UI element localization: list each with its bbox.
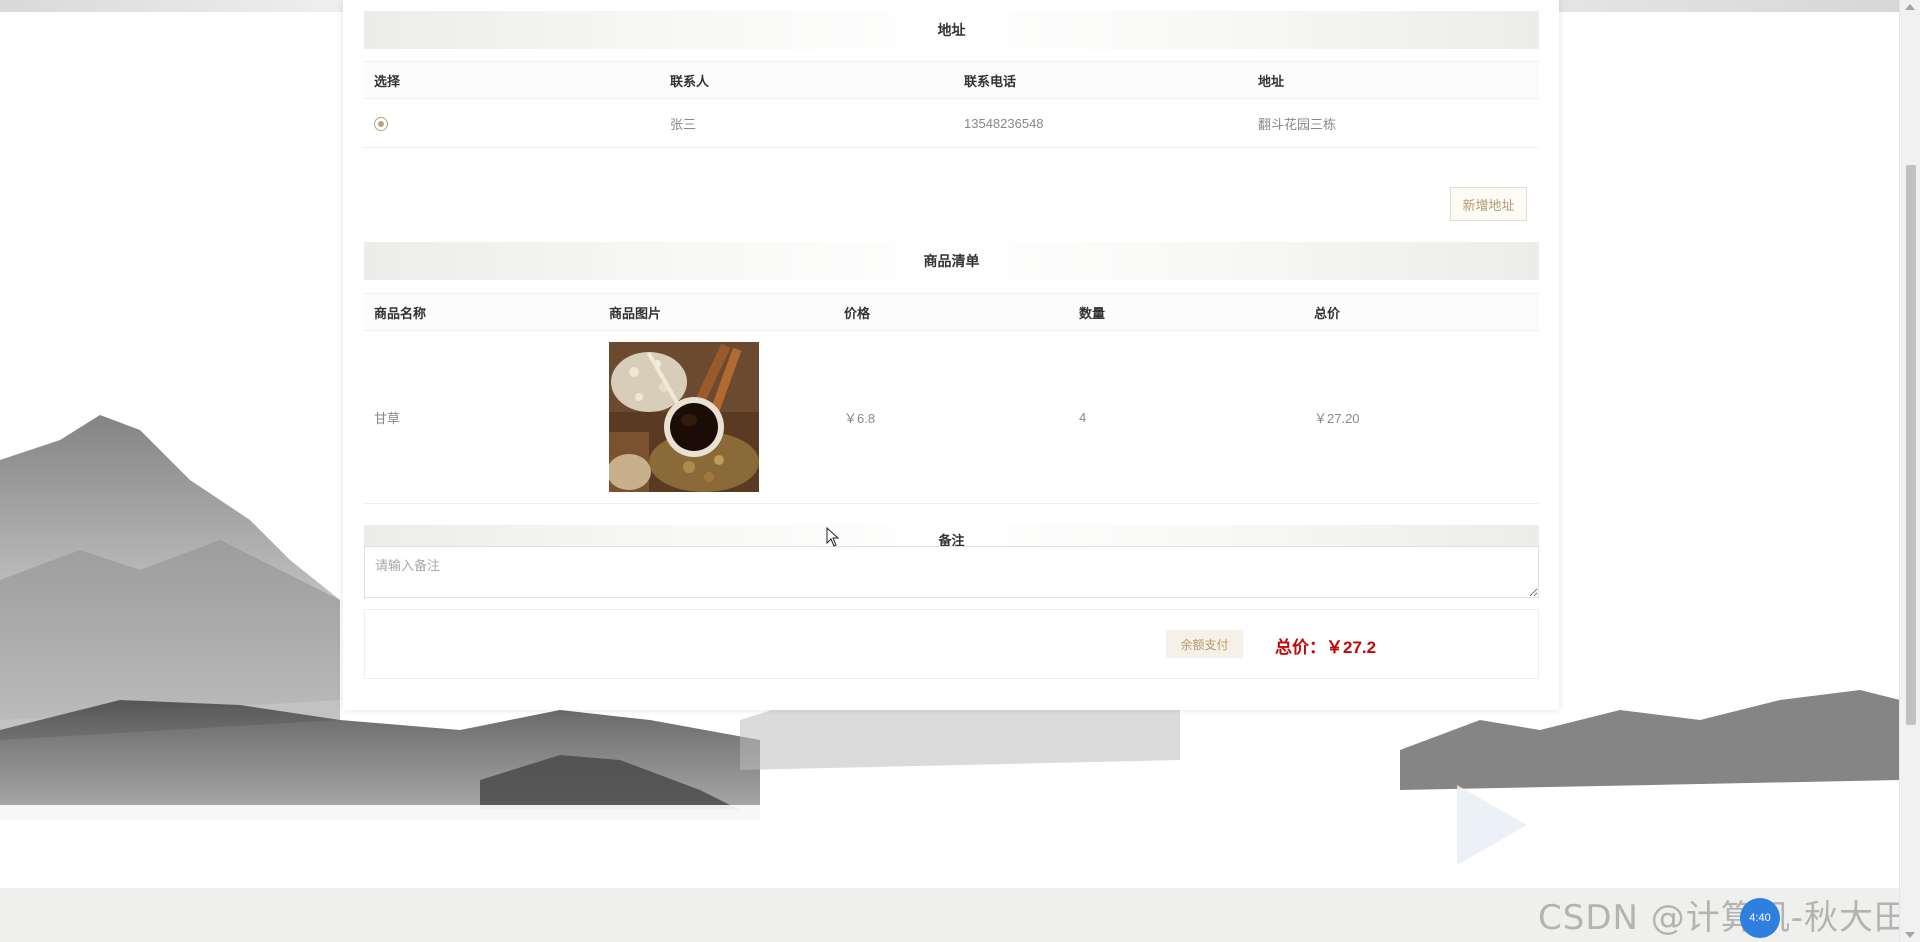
page-scrollbar[interactable] (1899, 0, 1920, 942)
goods-section-title: 商品清单 (364, 242, 1539, 280)
column-header-select: 选择 (364, 61, 660, 99)
column-header-phone: 联系电话 (954, 61, 1248, 99)
column-header-quantity: 数量 (1069, 293, 1304, 331)
column-header-address: 地址 (1248, 61, 1539, 99)
total-price-value: ￥27.2 (1326, 638, 1377, 657)
contact-name: 张三 (660, 98, 954, 148)
address-radio-button[interactable] (374, 116, 388, 131)
play-logo-icon (1457, 785, 1527, 865)
total-price: 总价：￥27.2 (1275, 633, 1376, 658)
remark-section-title: 备注 (364, 525, 1539, 547)
product-total: ￥27.20 (1304, 330, 1539, 504)
total-price-label: 总价： (1275, 638, 1326, 657)
address-table-header: 选择 联系人 联系电话 地址 (364, 61, 1539, 99)
contact-phone: 13548236548 (954, 98, 1248, 148)
product-quantity: 4 (1069, 330, 1304, 504)
page: 地址 选择 联系人 联系电话 地址 张三 13548236548 翻斗花园三栋 (0, 0, 1920, 942)
goods-table: 商品名称 商品图片 价格 数量 总价 甘草 ￥6.8 4 ￥27.20 (364, 293, 1539, 504)
table-row: 张三 13548236548 翻斗花园三栋 (364, 98, 1539, 148)
product-name: 甘草 (364, 330, 599, 504)
address-table: 选择 联系人 联系电话 地址 张三 13548236548 翻斗花园三栋 (364, 61, 1539, 148)
floating-badge[interactable]: 4:40 (1740, 898, 1780, 938)
address-select-cell (364, 98, 660, 148)
product-price: ￥6.8 (834, 330, 1069, 504)
scroll-down-arrow-icon[interactable] (1905, 932, 1915, 938)
mouse-cursor-icon (826, 527, 840, 547)
column-header-price: 价格 (834, 293, 1069, 331)
column-header-total: 总价 (1304, 293, 1539, 331)
table-row: 甘草 ￥6.8 4 ￥27.20 (364, 330, 1539, 504)
add-address-button[interactable]: 新增地址 (1450, 187, 1527, 221)
address-text: 翻斗花园三栋 (1248, 98, 1539, 148)
column-header-product-name: 商品名称 (364, 293, 599, 331)
goods-table-header: 商品名称 商品图片 价格 数量 总价 (364, 293, 1539, 331)
column-header-contact: 联系人 (660, 61, 954, 99)
product-image-cell (599, 330, 834, 504)
column-header-product-image: 商品图片 (599, 293, 834, 331)
scrollbar-thumb[interactable] (1906, 165, 1916, 725)
csdn-watermark: CSDN @计算机-秋大田 (1538, 898, 1910, 938)
remark-input[interactable] (364, 546, 1539, 598)
herbal-medicine-photo-icon (609, 342, 759, 492)
balance-pay-button[interactable]: 余额支付 (1166, 630, 1243, 658)
scroll-up-arrow-icon[interactable] (1905, 4, 1915, 10)
address-section-title: 地址 (364, 11, 1539, 49)
order-card: 地址 选择 联系人 联系电话 地址 张三 13548236548 翻斗花园三栋 (343, 0, 1559, 710)
